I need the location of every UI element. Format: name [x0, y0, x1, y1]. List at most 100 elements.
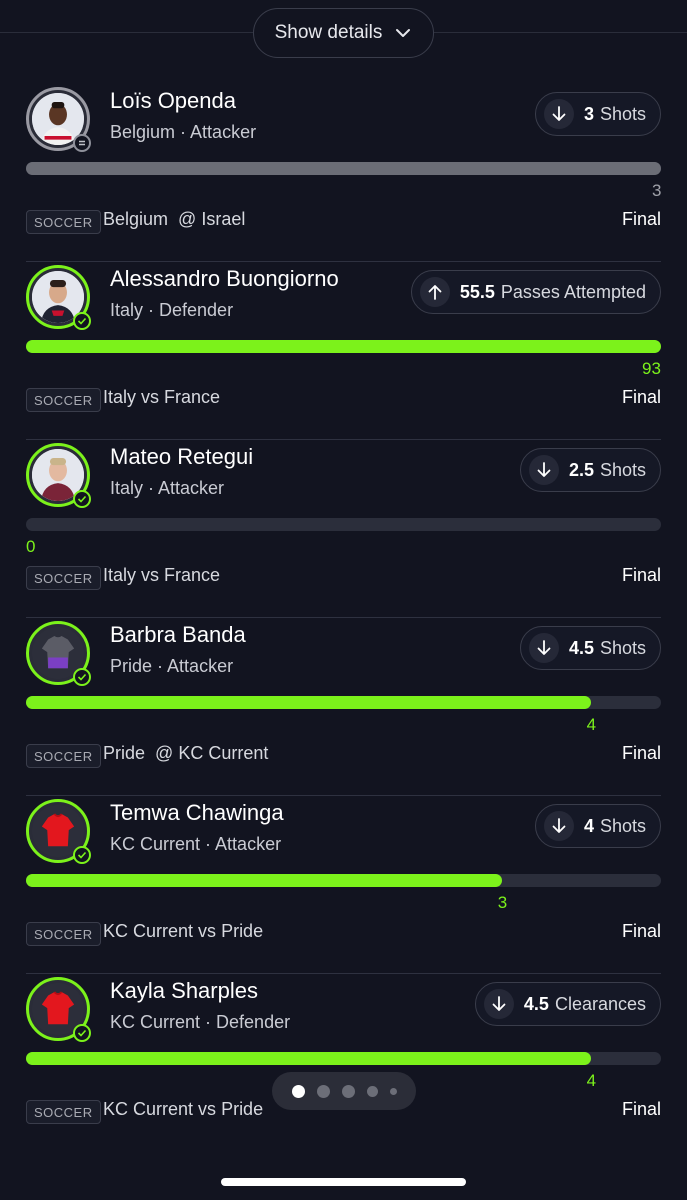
- page-dot[interactable]: [366, 1085, 378, 1097]
- game-status: Final: [621, 565, 661, 585]
- player-team: Italy: [110, 478, 144, 498]
- result-value: 3: [652, 181, 662, 200]
- stat-line-value: 4.5: [523, 993, 549, 1014]
- match-info: KC Current vs Pride: [103, 1099, 264, 1119]
- game-status: Final: [621, 743, 661, 763]
- player-position: Attacker: [215, 834, 282, 854]
- stat-line-value: 4: [583, 815, 594, 836]
- show-details-label: Show details: [274, 22, 383, 43]
- progress-track: [26, 696, 661, 709]
- stat-line-pill[interactable]: 55.5 Passes Attempted: [410, 270, 661, 314]
- game-status: Final: [621, 921, 661, 941]
- chevron-down-icon: [396, 29, 411, 37]
- player-position: Attacker: [167, 656, 234, 676]
- check-icon: [73, 1024, 91, 1042]
- match-info: Italy vs France: [103, 387, 221, 407]
- sport-tag: SOCCER: [26, 566, 101, 590]
- player-name: Mateo Retegui: [110, 444, 254, 469]
- player-team-position: KC Current · Defender: [110, 1012, 291, 1032]
- stat-line-pill[interactable]: 3 Shots: [534, 92, 661, 136]
- sport-tag: SOCCER: [26, 744, 101, 768]
- match-info: KC Current vs Pride: [103, 921, 264, 941]
- check-icon: [73, 668, 91, 686]
- progress-track: [26, 162, 661, 175]
- page-dot[interactable]: [291, 1084, 305, 1098]
- progress-fill: [26, 1052, 592, 1065]
- player-avatar: [26, 87, 91, 152]
- player-avatar: [26, 621, 91, 686]
- player-name: Barbra Banda: [110, 622, 246, 647]
- sport-tag: SOCCER: [26, 1100, 101, 1124]
- stat-line-value: 4.5: [568, 637, 594, 658]
- player-name: Temwa Chawinga: [110, 800, 284, 825]
- picks-screen: Show details Loïs Openda Belgium · Attac…: [0, 0, 687, 1200]
- stat-type: Passes Attempted: [500, 281, 646, 302]
- stat-type: Clearances: [554, 993, 646, 1014]
- progress-fill: [26, 874, 503, 887]
- result-value: 0: [26, 537, 36, 556]
- progress-fill: [26, 696, 592, 709]
- game-status: Final: [621, 1099, 661, 1119]
- result-value: 4: [586, 715, 597, 734]
- player-team-position: Italy · Defender: [110, 300, 234, 320]
- stat-line-value: 2.5: [568, 459, 594, 480]
- page-dot[interactable]: [389, 1087, 397, 1095]
- player-avatar: [26, 977, 91, 1042]
- sport-tag: SOCCER: [26, 210, 101, 234]
- progress-track: [26, 518, 661, 531]
- match-info: Italy vs France: [103, 565, 221, 585]
- player-name: Alessandro Buongiorno: [110, 266, 339, 291]
- arrow-down-icon: [483, 989, 514, 1019]
- player-team-position: Pride · Attacker: [110, 656, 234, 676]
- arrow-down-icon: [528, 633, 559, 663]
- sport-tag: SOCCER: [26, 388, 101, 412]
- result-value: 4: [586, 1071, 597, 1090]
- player-avatar: [26, 799, 91, 864]
- player-position: Defender: [159, 300, 234, 320]
- stat-line-pill[interactable]: 2.5 Shots: [519, 448, 661, 492]
- pick-card[interactable]: Temwa Chawinga KC Current · Attacker 4 S…: [26, 796, 661, 974]
- pick-card[interactable]: Barbra Banda Pride · Attacker 4.5 Shots …: [26, 618, 661, 796]
- stat-line-value: 3: [583, 103, 594, 124]
- result-value: 3: [497, 893, 508, 912]
- player-team: Italy: [110, 300, 144, 320]
- arrow-down-icon: [543, 99, 574, 129]
- player-avatar: [26, 443, 91, 508]
- stat-type: Shots: [599, 815, 646, 836]
- page-dot[interactable]: [341, 1084, 355, 1098]
- progress-track: [26, 340, 661, 353]
- player-position: Attacker: [158, 478, 225, 498]
- stat-line-value: 55.5: [459, 281, 495, 302]
- player-team-position: Italy · Attacker: [110, 478, 225, 498]
- stat-line-pill[interactable]: 4 Shots: [534, 804, 661, 848]
- player-team-position: KC Current · Attacker: [110, 834, 282, 854]
- show-details-button[interactable]: Show details: [253, 8, 434, 58]
- progress-track: [26, 1052, 661, 1065]
- check-icon: [73, 490, 91, 508]
- player-name: Loïs Openda: [110, 88, 236, 113]
- stat-line-pill[interactable]: 4.5 Shots: [519, 626, 661, 670]
- arrow-up-icon: [419, 277, 450, 307]
- result-value: 93: [642, 359, 661, 378]
- page-indicator[interactable]: [272, 1072, 416, 1110]
- home-indicator[interactable]: [221, 1178, 466, 1186]
- pick-card[interactable]: Kayla Sharples KC Current · Defender 4.5…: [26, 974, 661, 1152]
- stat-line-pill[interactable]: 4.5 Clearances: [474, 982, 661, 1026]
- progress-fill: [26, 162, 661, 175]
- player-team: Pride: [110, 656, 153, 676]
- match-info: Belgium @ Israel: [103, 209, 246, 229]
- player-team: KC Current: [110, 834, 201, 854]
- pick-card[interactable]: Alessandro Buongiorno Italy · Defender 5…: [26, 262, 661, 440]
- arrow-down-icon: [528, 455, 559, 485]
- page-dot[interactable]: [316, 1084, 330, 1098]
- stat-type: Shots: [599, 459, 646, 480]
- check-icon: [73, 312, 91, 330]
- pick-card[interactable]: Loïs Openda Belgium · Attacker 3 Shots 3…: [26, 84, 661, 262]
- match-info: Pride @ KC Current: [103, 743, 269, 763]
- game-status: Final: [621, 209, 661, 229]
- pick-card[interactable]: Mateo Retegui Italy · Attacker 2.5 Shots…: [26, 440, 661, 618]
- player-team: Belgium: [110, 122, 176, 142]
- stat-type: Shots: [599, 103, 646, 124]
- player-position: Attacker: [190, 122, 257, 142]
- player-team-position: Belgium · Attacker: [110, 122, 257, 142]
